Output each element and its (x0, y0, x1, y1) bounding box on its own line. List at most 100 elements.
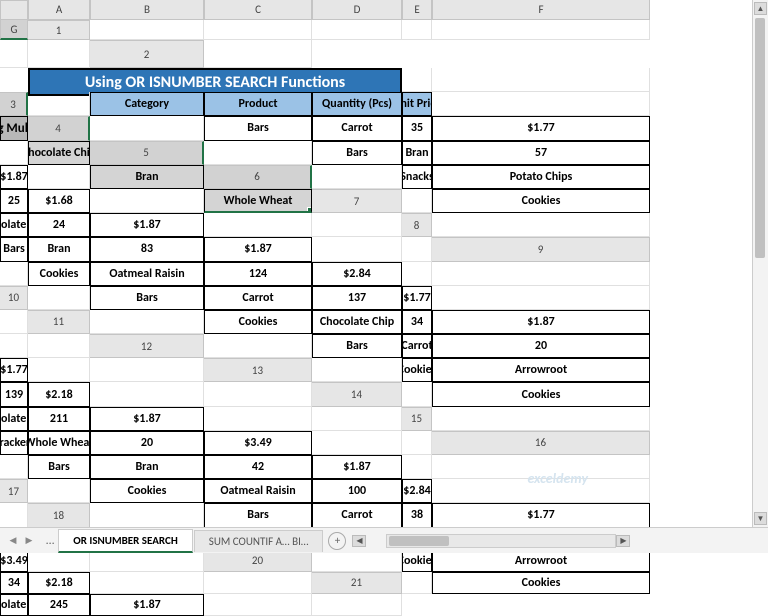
col-header-D[interactable]: D (312, 0, 402, 20)
empty-cell[interactable] (432, 92, 650, 116)
cell-category-14[interactable]: Cookies (90, 479, 204, 503)
empty-cell[interactable] (432, 20, 650, 40)
empty-cell[interactable] (204, 594, 312, 616)
row-header-5[interactable]: 5 (90, 141, 204, 165)
row-header-8[interactable]: 8 (402, 213, 432, 237)
cell-price-17[interactable]: $2.18 (28, 572, 90, 594)
cell-price-10[interactable]: $2.18 (28, 382, 90, 406)
empty-cell[interactable] (0, 141, 28, 165)
cell-price-7[interactable]: $1.77 (402, 286, 432, 310)
col-header-G[interactable]: G (0, 20, 28, 40)
cell-category-15[interactable]: Bars (204, 503, 312, 527)
empty-cell[interactable] (204, 141, 312, 165)
cell-product-18[interactable]: Chocolate Chip (0, 594, 28, 616)
cell-category-13[interactable]: Bars (28, 455, 90, 479)
cell-product-6[interactable]: Oatmeal Raisin (90, 262, 204, 286)
empty-cell[interactable] (312, 358, 402, 382)
tab-next-icon[interactable]: ▶ (22, 534, 36, 548)
empty-cell[interactable] (90, 358, 204, 382)
empty-cell[interactable] (90, 572, 204, 594)
empty-cell[interactable] (204, 407, 312, 431)
cell-category-18[interactable]: Cookies (432, 572, 650, 594)
cell-price-11[interactable]: $1.87 (90, 407, 204, 431)
empty-cell[interactable] (432, 213, 650, 237)
row-header-2[interactable]: 2 (90, 40, 204, 68)
row-header-17[interactable]: 17 (0, 479, 28, 503)
tab-inactive[interactable]: SUM COUNTIF A… BI… (194, 530, 324, 552)
empty-cell[interactable] (312, 431, 402, 455)
cell-quantity-6[interactable]: 124 (204, 262, 312, 286)
empty-cell[interactable] (28, 479, 90, 503)
cell-category-6[interactable]: Cookies (28, 262, 90, 286)
row-header-11[interactable]: 11 (28, 310, 90, 334)
cell-category-1[interactable]: Bars (204, 116, 312, 140)
cell-quantity-10[interactable]: 139 (0, 382, 28, 406)
empty-cell[interactable] (204, 20, 312, 40)
cell-product-9[interactable]: Carrot (402, 334, 432, 358)
spreadsheet-grid[interactable]: ABCDEFG12Using OR ISNUMBER SEARCH Functi… (0, 0, 768, 616)
cell-product-5[interactable]: Bran (28, 237, 90, 261)
row-header-21[interactable]: 21 (312, 572, 402, 594)
tab-active[interactable]: OR ISNUMBER SEARCH (58, 529, 192, 553)
select-all-corner[interactable] (0, 0, 28, 20)
col-header-B[interactable]: B (90, 0, 204, 20)
row-header-16[interactable]: 16 (432, 431, 650, 455)
row-header-9[interactable]: 9 (432, 237, 650, 261)
empty-cell[interactable] (432, 407, 650, 431)
side-item-2[interactable]: Whole Wheat (204, 189, 312, 213)
empty-cell[interactable] (0, 334, 28, 358)
tab-prev-icon[interactable]: ◀ (6, 534, 20, 548)
row-header-3[interactable]: 3 (0, 92, 28, 116)
cell-product-3[interactable]: Potato Chips (432, 165, 650, 189)
scroll-down-icon[interactable]: ▼ (754, 512, 767, 525)
cell-category-3[interactable]: Snacks (402, 165, 432, 189)
cell-category-11[interactable]: Cookies (432, 382, 650, 406)
cell-product-11[interactable]: Chocolate Chip (0, 407, 28, 431)
empty-cell[interactable] (204, 334, 312, 358)
cell-product-13[interactable]: Bran (90, 455, 204, 479)
empty-cell[interactable] (204, 40, 312, 68)
col-header-A[interactable]: A (28, 0, 90, 20)
empty-cell[interactable] (0, 503, 28, 527)
empty-cell[interactable] (312, 237, 402, 261)
cell-quantity-18[interactable]: 245 (28, 594, 90, 616)
empty-cell[interactable] (402, 237, 432, 261)
row-header-14[interactable]: 14 (312, 382, 402, 406)
empty-cell[interactable] (432, 455, 650, 479)
row-header-13[interactable]: 13 (204, 358, 312, 382)
cell-quantity-12[interactable]: 20 (90, 431, 204, 455)
cell-quantity-9[interactable]: 20 (432, 334, 650, 358)
empty-cell[interactable] (90, 310, 204, 334)
cell-quantity-2[interactable]: 57 (432, 141, 650, 165)
empty-cell[interactable] (312, 165, 402, 189)
empty-cell[interactable] (0, 455, 28, 479)
add-sheet-button[interactable]: + (328, 532, 346, 550)
row-header-4[interactable]: 4 (28, 116, 90, 140)
empty-cell[interactable] (28, 334, 90, 358)
cell-price-1[interactable]: $1.77 (432, 116, 650, 140)
tab-overflow-icon[interactable]: … (42, 534, 58, 548)
side-item-0[interactable]: Chocolate Chip (28, 141, 90, 165)
cell-quantity-1[interactable]: 35 (402, 116, 432, 140)
empty-cell[interactable] (402, 572, 432, 594)
cell-quantity-5[interactable]: 83 (90, 237, 204, 261)
cell-product-10[interactable]: Arrowroot (432, 358, 650, 382)
empty-cell[interactable] (432, 479, 650, 503)
empty-cell[interactable] (402, 431, 432, 455)
empty-cell[interactable] (204, 213, 312, 237)
row-header-1[interactable]: 1 (28, 20, 90, 40)
empty-cell[interactable] (90, 503, 204, 527)
row-header-7[interactable]: 7 (312, 189, 402, 213)
cell-price-18[interactable]: $1.87 (90, 594, 204, 616)
col-header-C[interactable]: C (204, 0, 312, 20)
empty-cell[interactable] (432, 68, 650, 92)
cell-category-9[interactable]: Bars (312, 334, 402, 358)
cell-product-15[interactable]: Carrot (312, 503, 402, 527)
empty-cell[interactable] (28, 165, 90, 189)
row-header-12[interactable]: 12 (90, 334, 204, 358)
scroll-thumb[interactable] (755, 18, 765, 258)
empty-cell[interactable] (28, 40, 90, 68)
empty-cell[interactable] (432, 262, 650, 286)
empty-cell[interactable] (402, 189, 432, 213)
cell-category-2[interactable]: Bars (312, 141, 402, 165)
